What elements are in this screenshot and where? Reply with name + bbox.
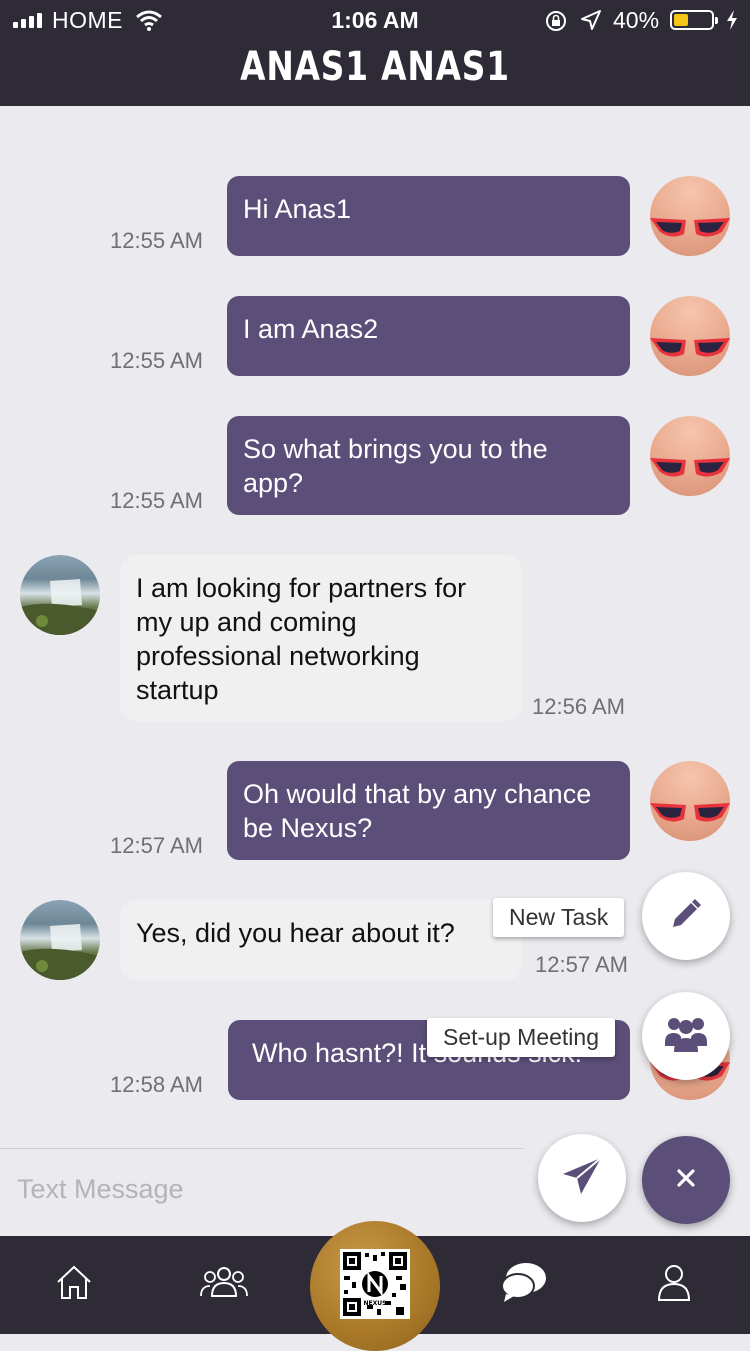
pencil-icon bbox=[669, 897, 703, 936]
avatar[interactable] bbox=[20, 900, 100, 980]
home-icon bbox=[54, 1262, 94, 1307]
qr-brand-text: NEXUS bbox=[364, 1300, 387, 1307]
message-time: 12:55 AM bbox=[110, 348, 203, 373]
conversation-title: ANAS1 ANAS1 bbox=[240, 44, 510, 90]
avatar[interactable] bbox=[650, 296, 730, 376]
battery-percent: 40% bbox=[613, 7, 660, 33]
profile-icon bbox=[656, 1262, 692, 1307]
outgoing-message[interactable]: I am Anas2 bbox=[227, 296, 630, 376]
avatar[interactable] bbox=[650, 176, 730, 256]
outgoing-message[interactable]: Oh would that by any chance be Nexus? bbox=[227, 761, 630, 860]
nav-chat[interactable] bbox=[496, 1258, 552, 1310]
incoming-message[interactable]: Yes, did you hear about it? bbox=[120, 900, 522, 980]
chat-icon bbox=[500, 1260, 548, 1309]
battery-icon bbox=[670, 10, 718, 30]
message-time: 12:55 AM bbox=[110, 228, 203, 253]
message-time: 12:58 AM bbox=[110, 1072, 203, 1097]
nav-profile[interactable] bbox=[646, 1258, 702, 1310]
new-task-button[interactable] bbox=[642, 872, 730, 960]
send-icon bbox=[561, 1156, 603, 1201]
message-time: 12:55 AM bbox=[110, 488, 203, 513]
setup-meeting-button[interactable] bbox=[642, 992, 730, 1080]
setup-meeting-label[interactable]: Set-up Meeting bbox=[427, 1018, 615, 1057]
contacts-icon bbox=[200, 1264, 248, 1305]
avatar[interactable] bbox=[650, 761, 730, 841]
charging-icon bbox=[725, 9, 739, 37]
status-bar: HOME 1:06 AM 40% bbox=[0, 0, 750, 40]
nav-contacts[interactable] bbox=[196, 1258, 252, 1310]
message-time: 12:57 AM bbox=[110, 833, 203, 858]
message-time: 12:56 AM bbox=[532, 694, 625, 719]
rotation-lock-icon bbox=[544, 9, 568, 39]
nav-home[interactable] bbox=[46, 1258, 102, 1310]
group-icon bbox=[664, 1014, 708, 1059]
location-icon bbox=[580, 9, 602, 37]
composer-divider bbox=[0, 1148, 524, 1149]
message-time: 12:57 AM bbox=[535, 952, 628, 977]
close-fab-button[interactable] bbox=[642, 1136, 730, 1224]
avatar[interactable] bbox=[20, 555, 100, 635]
message-input[interactable] bbox=[0, 1160, 539, 1218]
outgoing-message[interactable]: So what brings you to the app? bbox=[227, 416, 630, 515]
outgoing-message[interactable]: Hi Anas1 bbox=[227, 176, 630, 256]
app-header: HOME 1:06 AM 40% ANAS1 ANAS1 bbox=[0, 0, 750, 106]
qr-code: NEXUS bbox=[340, 1249, 410, 1319]
send-button[interactable] bbox=[538, 1134, 626, 1222]
incoming-message[interactable]: I am looking for partners for my up and … bbox=[120, 555, 522, 721]
new-task-label[interactable]: New Task bbox=[493, 898, 625, 937]
close-icon bbox=[675, 1167, 697, 1194]
qr-code-button[interactable]: NEXUS bbox=[310, 1221, 440, 1351]
avatar[interactable] bbox=[650, 416, 730, 496]
